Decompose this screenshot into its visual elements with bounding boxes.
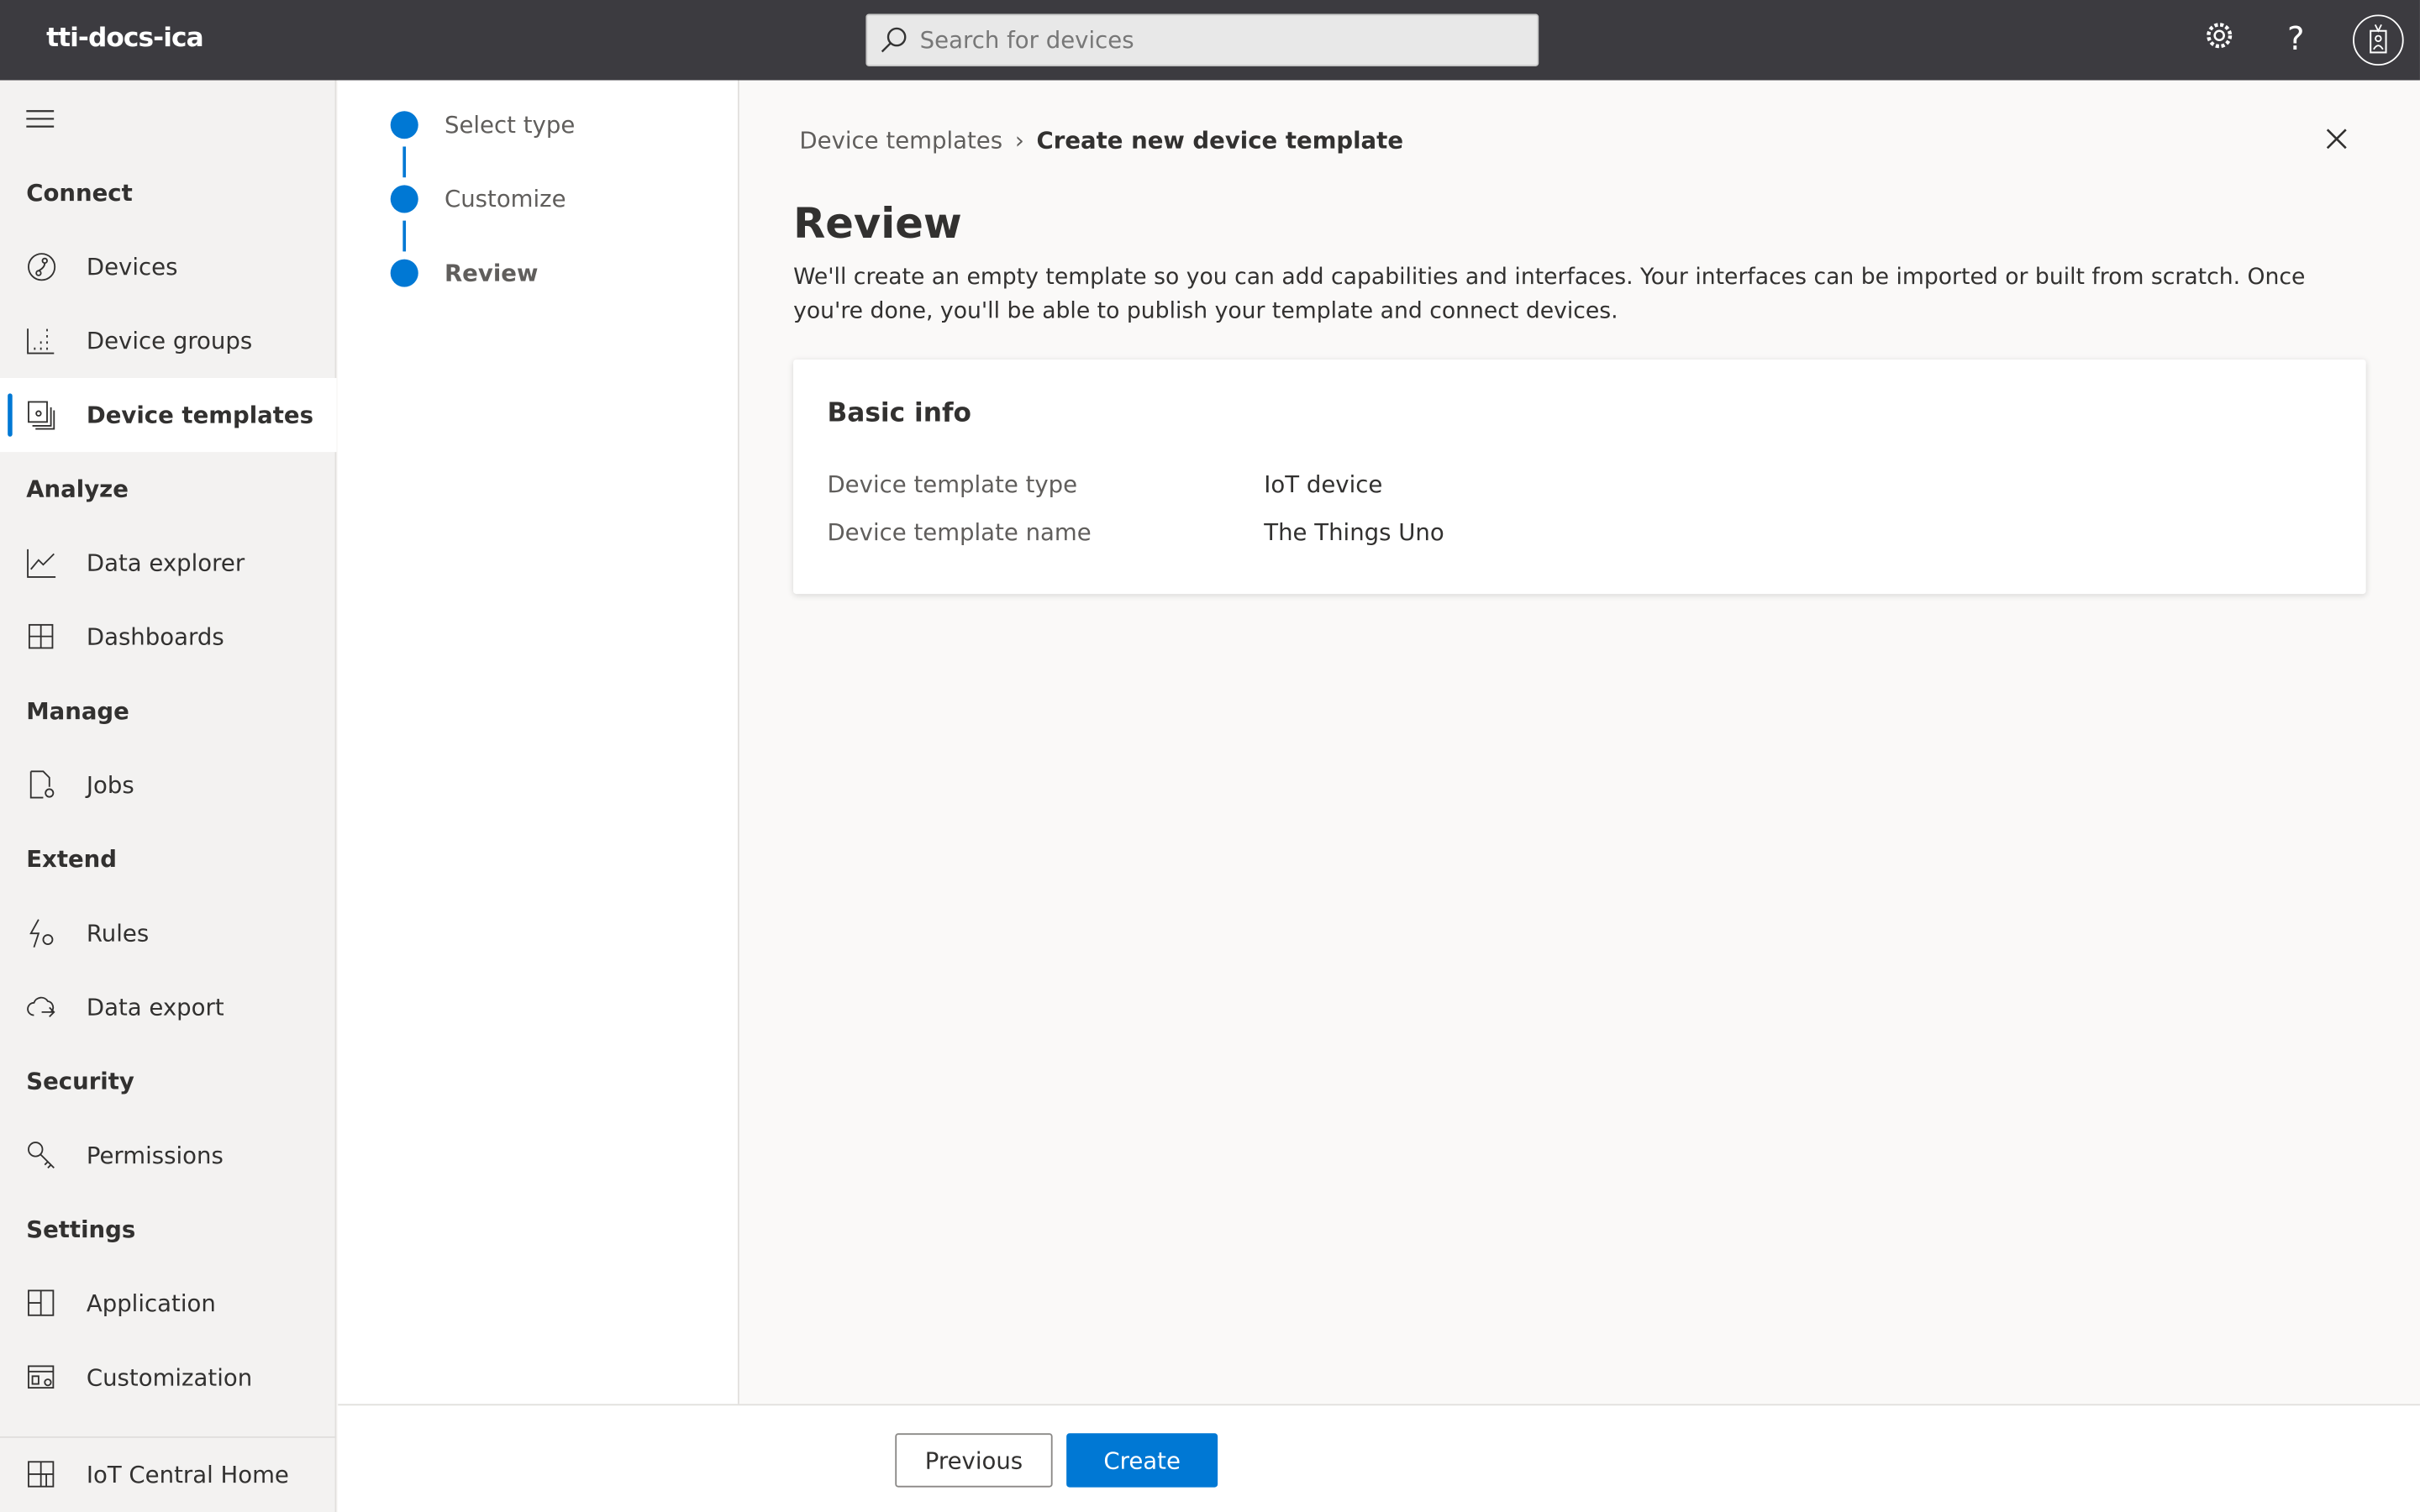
breadcrumb-current: Create new device template bbox=[1036, 126, 1404, 155]
hamburger-menu-icon[interactable] bbox=[26, 108, 55, 130]
section-security: Security bbox=[26, 1067, 134, 1096]
step-dot-icon bbox=[390, 185, 418, 213]
step-dot-icon bbox=[390, 259, 418, 287]
step-dot-icon bbox=[390, 111, 418, 139]
line-chart-icon bbox=[27, 549, 56, 578]
device-templates-icon bbox=[28, 401, 55, 430]
search-input[interactable] bbox=[919, 26, 1507, 55]
breadcrumb-parent-link[interactable]: Device templates bbox=[799, 127, 1002, 155]
close-icon[interactable] bbox=[2324, 127, 2349, 151]
home-grid-icon bbox=[28, 1461, 55, 1488]
page-title: Review bbox=[793, 200, 962, 249]
basic-info-card: Basic info Device template type IoT devic… bbox=[793, 359, 2366, 595]
search-icon bbox=[881, 27, 907, 53]
step-connector bbox=[402, 146, 407, 178]
sidebar-item-data-explorer[interactable]: Data explorer bbox=[0, 526, 336, 600]
section-analyze: Analyze bbox=[26, 475, 129, 503]
device-groups-icon bbox=[27, 328, 55, 354]
previous-button[interactable]: Previous bbox=[895, 1433, 1053, 1488]
create-button[interactable]: Create bbox=[1066, 1433, 1218, 1488]
app-name[interactable]: tti-docs-ica bbox=[46, 24, 204, 55]
top-bar: tti-docs-ica ? bbox=[0, 0, 2420, 81]
sidebar-item-iot-central-home[interactable]: IoT Central Home bbox=[0, 1438, 336, 1512]
sidebar-footer: IoT Central Home bbox=[0, 1436, 337, 1512]
step-customize[interactable]: Customize bbox=[390, 185, 566, 213]
step-connector bbox=[402, 220, 407, 252]
sidebar-item-jobs[interactable]: Jobs bbox=[0, 748, 336, 822]
card-title: Basic info bbox=[827, 397, 972, 429]
key-icon bbox=[28, 1142, 55, 1169]
sidebar-item-rules[interactable]: Rules bbox=[0, 896, 336, 970]
section-manage: Manage bbox=[26, 697, 129, 726]
chevron-right-icon: › bbox=[1014, 126, 1024, 155]
account-avatar-icon[interactable] bbox=[2352, 14, 2404, 66]
section-extend: Extend bbox=[26, 845, 118, 874]
dashboard-icon bbox=[28, 623, 54, 649]
jobs-icon bbox=[29, 770, 55, 799]
section-settings: Settings bbox=[26, 1215, 136, 1244]
search-box[interactable] bbox=[865, 13, 1539, 66]
section-connect: Connect bbox=[26, 179, 133, 207]
step-select-type[interactable]: Select type bbox=[390, 111, 575, 139]
sidebar-item-dashboards[interactable]: Dashboards bbox=[0, 600, 336, 674]
sidebar: Connect Devices Device groups Device tem… bbox=[0, 80, 337, 1512]
step-review[interactable]: Review bbox=[390, 259, 538, 287]
sidebar-item-data-export[interactable]: Data export bbox=[0, 970, 336, 1044]
settings-gear-icon[interactable] bbox=[2202, 18, 2236, 52]
sidebar-item-device-templates[interactable]: Device templates bbox=[0, 377, 337, 453]
customization-icon bbox=[28, 1365, 55, 1389]
help-icon[interactable]: ? bbox=[2287, 20, 2304, 57]
rules-icon bbox=[29, 919, 54, 948]
sidebar-item-permissions[interactable]: Permissions bbox=[0, 1119, 336, 1193]
breadcrumb: Device templates › Create new device tem… bbox=[799, 127, 1403, 155]
sidebar-item-devices[interactable]: Devices bbox=[0, 230, 336, 304]
sidebar-item-device-groups[interactable]: Device groups bbox=[0, 304, 336, 378]
application-icon bbox=[28, 1289, 55, 1316]
devices-icon bbox=[28, 253, 56, 281]
wizard-footer: Previous Create bbox=[338, 1404, 2420, 1512]
wizard-steps: Select type Customize Review bbox=[338, 80, 739, 1404]
sidebar-item-customization[interactable]: Customization bbox=[0, 1341, 336, 1415]
page-description: We'll create an empty template so you ca… bbox=[793, 265, 2306, 324]
sidebar-item-application[interactable]: Application bbox=[0, 1267, 336, 1341]
cloud-export-icon bbox=[27, 996, 55, 1018]
